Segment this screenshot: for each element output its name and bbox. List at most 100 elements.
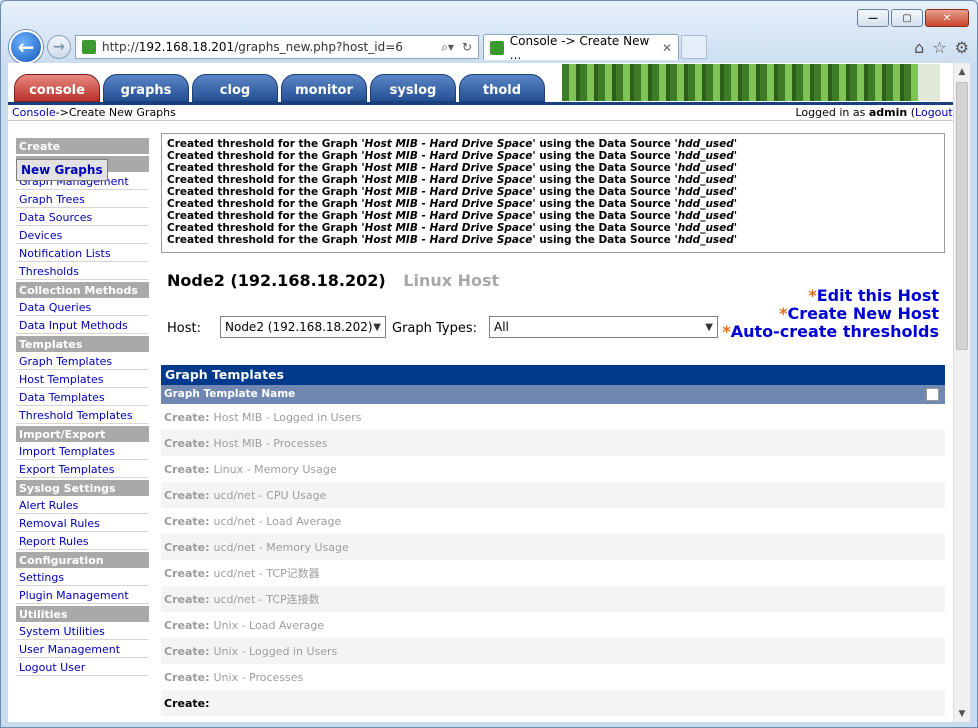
sidebar-item-thresholds[interactable]: Thresholds	[16, 262, 149, 280]
refresh-icon[interactable]: ↻	[462, 40, 472, 55]
table-row[interactable]: Create:	[161, 690, 945, 716]
column-header-name: Graph Template Name	[164, 388, 296, 400]
maximize-button[interactable]: ▢	[891, 9, 923, 27]
message-prefix: Created threshold for the Graph '	[167, 234, 365, 246]
table-row[interactable]: Create: ucd/net - CPU Usage	[161, 482, 945, 508]
breadcrumb-console-link[interactable]: Console	[12, 106, 56, 119]
scroll-thumb[interactable]	[956, 82, 968, 350]
graph-templates-title: Graph Templates	[161, 365, 945, 385]
host-select[interactable]: Node2 (192.168.18.202) ▼	[220, 316, 386, 338]
home-icon[interactable]: ⌂	[914, 38, 924, 57]
sidebar-item-devices[interactable]: Devices	[16, 226, 149, 244]
search-icon[interactable]: ⌕▾	[441, 40, 454, 55]
sidebar-item-new-graphs[interactable]: New Graphs	[16, 159, 108, 181]
sidebar-item-notification-lists[interactable]: Notification Lists	[16, 244, 149, 262]
url-host: 192.168.18.201	[138, 40, 235, 54]
filter-bar: Host: Node2 (192.168.18.202) ▼ Graph Typ…	[161, 287, 945, 353]
edit-host-link[interactable]: Edit this Host	[817, 286, 939, 305]
create-label: Create:	[164, 462, 210, 476]
back-button[interactable]: ←	[9, 30, 43, 64]
tab-console[interactable]: console	[14, 74, 100, 102]
table-row[interactable]: Create: Unix - Processes	[161, 664, 945, 690]
sidebar-item-graph-trees[interactable]: Graph Trees	[16, 190, 149, 208]
scroll-up-icon[interactable]: ▲	[954, 63, 970, 80]
table-row[interactable]: Create: Linux - Memory Usage	[161, 456, 945, 482]
browser-navbar: ← → http://192.168.18.201/graphs_new.php…	[9, 29, 969, 65]
back-arrow-icon: ←	[17, 35, 35, 59]
table-row[interactable]: Create: Unix - Load Average	[161, 612, 945, 638]
host-type: Linux Host	[403, 271, 500, 290]
table-row[interactable]: Create: ucd/net - TCP连接数	[161, 586, 945, 612]
close-window-button[interactable]: ✕	[925, 9, 969, 27]
sidebar-item-data-sources[interactable]: Data Sources	[16, 208, 149, 226]
site-favicon-icon	[82, 40, 96, 54]
message-source: hdd_used	[677, 174, 734, 186]
message-suffix: '	[733, 198, 738, 210]
sidebar-section-header: Import/Export	[16, 426, 149, 442]
message-source: hdd_used	[677, 210, 734, 222]
sidebar-item-data-queries[interactable]: Data Queries	[16, 298, 149, 316]
message-source: hdd_used	[677, 162, 734, 174]
sidebar-item-export-templates[interactable]: Export Templates	[16, 460, 149, 478]
message-prefix: Created threshold for the Graph '	[167, 150, 365, 162]
tab-favicon-icon	[490, 40, 504, 55]
cacti-logo-art	[562, 64, 940, 101]
breadcrumb-separator: ->	[55, 106, 69, 119]
create-label: Create:	[164, 592, 210, 606]
tab-clog[interactable]: clog	[192, 74, 278, 102]
page-scrollbar[interactable]: ▲ ▼	[953, 63, 970, 722]
tab-thold[interactable]: thold	[459, 74, 545, 102]
message-graph: Host MIB - Hard Drive Space	[364, 150, 533, 162]
tab-graphs[interactable]: graphs	[103, 74, 189, 102]
message-suffix: '	[733, 138, 738, 150]
sidebar-item-import-templates[interactable]: Import Templates	[16, 442, 149, 460]
table-row[interactable]: Create: ucd/net - Load Average	[161, 508, 945, 534]
select-all-checkbox[interactable]	[926, 388, 939, 401]
browser-tab[interactable]: Console -> Create New ... ✕	[483, 34, 679, 62]
sidebar-item-settings[interactable]: Settings	[16, 568, 149, 586]
sidebar-item-removal-rules[interactable]: Removal Rules	[16, 514, 149, 532]
create-label: Create:	[164, 618, 210, 632]
table-row[interactable]: Create: Unix - Logged in Users	[161, 638, 945, 664]
minimize-button[interactable]: —	[857, 9, 889, 27]
table-row[interactable]: Create: ucd/net - TCP记数器	[161, 560, 945, 586]
sidebar-item-graph-templates[interactable]: Graph Templates	[16, 352, 149, 370]
sidebar-item-user-management[interactable]: User Management	[16, 640, 149, 658]
auto-create-thresholds-link[interactable]: Auto-create thresholds	[731, 322, 939, 341]
table-row[interactable]: Create: Host MIB - Processes	[161, 430, 945, 456]
graph-template-name: ucd/net - CPU Usage	[213, 488, 327, 502]
sidebar-item-data-input-methods[interactable]: Data Input Methods	[16, 316, 149, 334]
chevron-down-icon: ▼	[705, 321, 713, 333]
logout-link[interactable]: Logout	[915, 106, 953, 119]
settings-gear-icon[interactable]: ⚙	[955, 38, 969, 57]
tab-close-icon[interactable]: ✕	[662, 41, 672, 55]
table-row[interactable]: Create: ucd/net - Memory Usage	[161, 534, 945, 560]
threshold-message-line: Created threshold for the Graph 'Host MI…	[167, 198, 939, 210]
graph-template-name: ucd/net - TCP连接数	[213, 593, 320, 606]
sidebar-item-logout-user[interactable]: Logout User	[16, 658, 149, 676]
sidebar-item-report-rules[interactable]: Report Rules	[16, 532, 149, 550]
host-select-value: Node2 (192.168.18.202)	[225, 320, 373, 334]
address-bar[interactable]: http://192.168.18.201/graphs_new.php?hos…	[75, 35, 479, 59]
tab-syslog[interactable]: syslog	[370, 74, 456, 102]
sidebar-item-data-templates[interactable]: Data Templates	[16, 388, 149, 406]
scroll-down-icon[interactable]: ▼	[954, 705, 970, 722]
table-row[interactable]: Create: Host MIB - Logged in Users	[161, 404, 945, 430]
favorites-star-icon[interactable]: ☆	[932, 38, 946, 57]
graph-template-name: ucd/net - Memory Usage	[213, 540, 349, 554]
sidebar-item-alert-rules[interactable]: Alert Rules	[16, 496, 149, 514]
tab-monitor[interactable]: monitor	[281, 74, 367, 102]
message-mid: ' using the Data Source '	[532, 162, 678, 174]
graph-templates-header: Graph Template Name	[161, 385, 945, 404]
sidebar-item-system-utilities[interactable]: System Utilities	[16, 622, 149, 640]
sidebar-item-threshold-templates[interactable]: Threshold Templates	[16, 406, 149, 424]
threshold-message-line: Created threshold for the Graph 'Host MI…	[167, 210, 939, 222]
create-host-link[interactable]: Create New Host	[788, 304, 940, 323]
sidebar-item-host-templates[interactable]: Host Templates	[16, 370, 149, 388]
message-source: hdd_used	[677, 222, 734, 234]
sidebar-item-plugin-management[interactable]: Plugin Management	[16, 586, 149, 604]
new-tab-button[interactable]	[681, 35, 707, 59]
url-prefix: http://	[102, 40, 139, 54]
graph-types-select[interactable]: All ▼	[489, 316, 718, 338]
forward-button[interactable]: →	[47, 35, 71, 59]
